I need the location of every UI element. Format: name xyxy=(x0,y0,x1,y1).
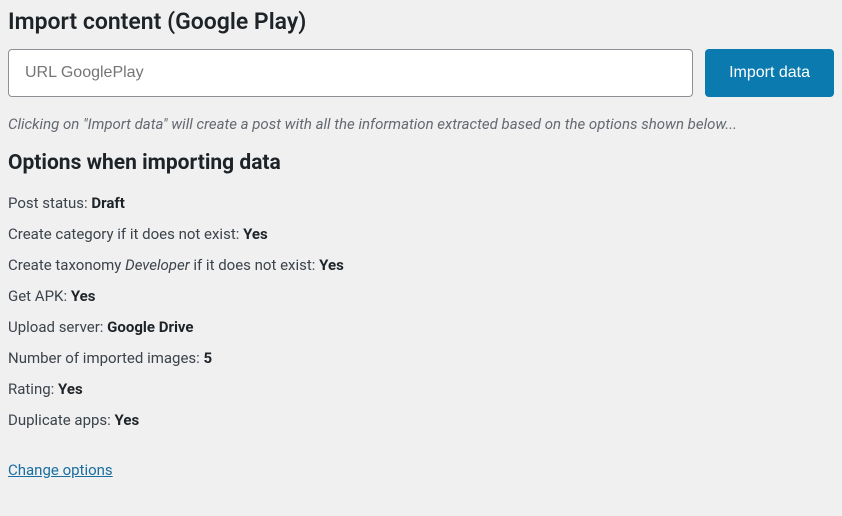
option-get-apk-value: Yes xyxy=(71,287,96,305)
option-duplicate-apps-value: Yes xyxy=(115,411,140,429)
option-create-taxonomy: Create taxonomy Developer if it does not… xyxy=(8,255,834,276)
option-num-images-label: Number of imported images: xyxy=(8,349,204,367)
url-googleplay-input[interactable] xyxy=(8,49,693,97)
change-options-link[interactable]: Change options xyxy=(8,461,113,479)
option-duplicate-apps: Duplicate apps: Yes xyxy=(8,410,834,431)
import-hint-text: Clicking on "Import data" will create a … xyxy=(8,115,834,133)
option-duplicate-apps-label: Duplicate apps: xyxy=(8,411,115,429)
option-get-apk-label: Get APK: xyxy=(8,287,71,305)
import-data-button[interactable]: Import data xyxy=(705,49,834,97)
option-create-taxonomy-value: Yes xyxy=(319,256,344,274)
option-rating-value: Yes xyxy=(58,380,83,398)
option-rating-label: Rating: xyxy=(8,380,58,398)
option-rating: Rating: Yes xyxy=(8,379,834,400)
option-upload-server-value: Google Drive xyxy=(107,318,193,336)
page-title: Import content (Google Play) xyxy=(8,8,834,35)
option-create-taxonomy-name: Developer xyxy=(125,256,189,274)
option-create-taxonomy-post: if it does not exist: xyxy=(190,256,320,274)
import-form-row: Import data xyxy=(8,49,834,97)
option-create-category-label: Create category if it does not exist: xyxy=(8,225,243,243)
option-get-apk: Get APK: Yes xyxy=(8,286,834,307)
option-post-status: Post status: Draft xyxy=(8,193,834,214)
option-create-category-value: Yes xyxy=(243,225,268,243)
option-post-status-label: Post status: xyxy=(8,194,91,212)
option-create-category: Create category if it does not exist: Ye… xyxy=(8,224,834,245)
option-create-taxonomy-pre: Create taxonomy xyxy=(8,256,125,274)
option-post-status-value: Draft xyxy=(91,194,124,212)
option-num-images: Number of imported images: 5 xyxy=(8,348,834,369)
option-num-images-value: 5 xyxy=(204,349,213,367)
option-upload-server: Upload server: Google Drive xyxy=(8,317,834,338)
option-upload-server-label: Upload server: xyxy=(8,318,107,336)
options-heading: Options when importing data xyxy=(8,151,834,175)
